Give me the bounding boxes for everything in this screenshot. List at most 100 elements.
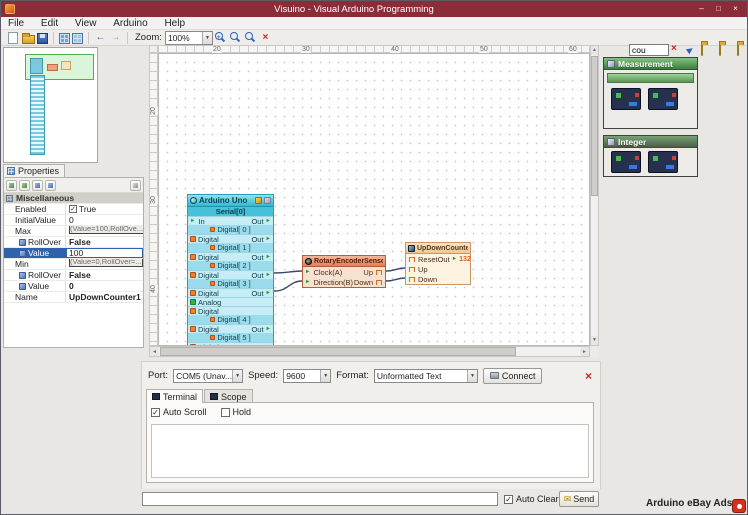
arduino-pin-row[interactable]: Analog [188, 297, 273, 306]
property-row[interactable]: RollOverFalse [4, 237, 143, 248]
property-row[interactable]: RollOverFalse [4, 270, 143, 281]
scroll-up-icon[interactable]: ▲ [591, 46, 598, 55]
collapse-all-icon[interactable] [45, 180, 56, 191]
wrench-icon[interactable] [264, 197, 271, 204]
property-value[interactable]: UpDownCounter1 [66, 292, 143, 302]
property-row[interactable]: NameUpDownCounter1 [4, 292, 143, 303]
rotary-encoder-block[interactable]: RotaryEncoderSensor1 ►Clock(A) Up ►Direc… [302, 255, 386, 288]
horizontal-scrollbar[interactable]: ◄ ► [149, 346, 590, 357]
arduino-pin-row[interactable]: Digital [188, 306, 273, 315]
counter-pin-row[interactable]: Down [406, 274, 470, 284]
property-row[interactable]: InitialValue0 [4, 215, 143, 226]
arduino-uno-block[interactable]: Arduino Uno Serial[0]►InOut►Digital[ 0 ]… [187, 194, 274, 346]
zoom-out-icon[interactable] [229, 31, 242, 44]
grid-view-icon[interactable] [59, 33, 70, 44]
redo-icon[interactable]: → [109, 31, 122, 44]
encoder-pin-row[interactable]: ►Clock(A) Up [303, 267, 385, 277]
arduino-pin-row[interactable]: ►InOut► [188, 216, 273, 225]
vertical-scrollbar[interactable]: ▲ ▼ [590, 45, 599, 346]
terminal-output[interactable] [151, 424, 589, 478]
zoom-fit-icon[interactable] [244, 31, 257, 44]
minimize-button[interactable]: – [693, 2, 710, 16]
delete-icon[interactable]: × [259, 31, 272, 44]
property-value[interactable]: ✓True [66, 204, 143, 214]
encoder-header[interactable]: RotaryEncoderSensor1 [303, 256, 385, 267]
property-value[interactable]: 0 [66, 281, 143, 291]
new-file-icon[interactable] [8, 32, 18, 44]
counter-header[interactable]: UpDownCounter1 [406, 243, 470, 254]
maximize-button[interactable]: □ [710, 2, 727, 16]
property-row[interactable]: Max(Value=100,RollOve... [4, 226, 143, 237]
counter-pin-row[interactable]: Reset Out►132 [406, 254, 470, 264]
property-category-row[interactable]: Miscellaneous [4, 193, 143, 204]
property-row[interactable]: Min(Value=0,RollOver=... [4, 259, 143, 270]
arduino-pin-row[interactable]: DigitalOut► [188, 324, 273, 333]
checkbox-checked-icon[interactable]: ✓ [69, 205, 77, 213]
scroll-down-icon[interactable]: ▼ [591, 336, 598, 345]
property-value[interactable]: 0 [66, 215, 143, 225]
menu-file[interactable]: File [1, 17, 31, 30]
tab-properties[interactable]: Properties [3, 164, 65, 177]
property-value[interactable]: False [66, 270, 143, 280]
property-value[interactable]: False [66, 237, 143, 247]
overview-minimap[interactable] [3, 47, 98, 163]
scroll-left-icon[interactable]: ◄ [150, 347, 159, 356]
expand-all-icon[interactable] [32, 180, 43, 191]
speed-select[interactable]: 9600▼ [283, 369, 331, 383]
close-button[interactable]: × [727, 2, 744, 16]
grid-snap-icon[interactable] [72, 33, 83, 44]
component-item[interactable] [648, 88, 678, 110]
menu-edit[interactable]: Edit [34, 17, 65, 30]
menu-view[interactable]: View [68, 17, 104, 30]
menu-help[interactable]: Help [157, 17, 192, 30]
collapse-folders-icon[interactable] [737, 43, 739, 56]
arduino-pin-row[interactable]: DigitalOut► [188, 252, 273, 261]
connect-button[interactable]: Connect [483, 368, 543, 384]
sort-alpha-icon[interactable] [19, 180, 30, 191]
ebay-ads-icon[interactable] [732, 499, 746, 513]
clear-search-icon[interactable]: × [671, 43, 677, 55]
zoom-in-icon[interactable]: + [214, 31, 227, 44]
property-row[interactable]: Enabled✓True [4, 204, 143, 215]
tab-scope[interactable]: Scope [204, 389, 253, 403]
format-select[interactable]: Unformatted Text▼ [374, 369, 478, 383]
component-search-input[interactable] [629, 44, 669, 56]
arduino-pin-row[interactable]: DigitalOut► [188, 270, 273, 279]
property-row[interactable]: Value0 [4, 281, 143, 292]
property-value[interactable]: (Value=100,RollOve... [66, 226, 143, 236]
arduino-pin-row[interactable]: DigitalOut► [188, 288, 273, 297]
property-row[interactable]: Value100 [4, 248, 143, 259]
auto-clear-checkbox[interactable]: ✓Auto Clear [504, 494, 559, 504]
open-file-icon[interactable] [22, 35, 35, 44]
property-value[interactable]: (Value=0,RollOver=... [66, 259, 143, 269]
counter-pin-row[interactable]: Up [406, 264, 470, 274]
horizontal-scrollbar-thumb[interactable] [160, 347, 516, 356]
auto-scroll-checkbox[interactable]: ✓Auto Scroll [151, 407, 207, 417]
component-item[interactable] [648, 151, 678, 173]
arduino-header[interactable]: Arduino Uno [188, 195, 273, 207]
vertical-scrollbar-thumb[interactable] [591, 56, 598, 196]
component-group-header[interactable]: Integer [604, 136, 697, 148]
menu-arduino[interactable]: Arduino [106, 17, 154, 30]
component-item[interactable] [611, 88, 641, 110]
updown-counter-block[interactable]: UpDownCounter1 Reset Out►132 Up Down [405, 242, 471, 285]
property-value[interactable]: 100 [66, 248, 143, 258]
undo-icon[interactable]: ← [94, 31, 107, 44]
hold-checkbox[interactable]: Hold [221, 407, 252, 417]
design-canvas[interactable]: Arduino Uno Serial[0]►InOut►Digital[ 0 ]… [158, 53, 590, 346]
settings-icon[interactable] [130, 180, 141, 191]
component-group-header[interactable]: Measurement [604, 58, 697, 70]
sort-categorized-icon[interactable] [6, 180, 17, 191]
category-folder-icon[interactable] [701, 43, 703, 56]
arduino-pin-row[interactable]: DigitalOut► [188, 234, 273, 243]
zoom-select[interactable]: 100%▼ [165, 31, 213, 45]
disconnect-icon[interactable]: × [585, 369, 592, 383]
expand-folders-icon[interactable] [719, 43, 721, 56]
save-file-icon[interactable] [37, 33, 48, 44]
encoder-pin-row[interactable]: ►Direction(B) Down [303, 277, 385, 287]
pencil-icon[interactable] [255, 197, 262, 204]
tab-terminal[interactable]: Terminal [146, 389, 203, 403]
send-input[interactable] [142, 492, 498, 506]
port-select[interactable]: COM5 (Unav...▼ [173, 369, 243, 383]
component-item[interactable] [611, 151, 641, 173]
